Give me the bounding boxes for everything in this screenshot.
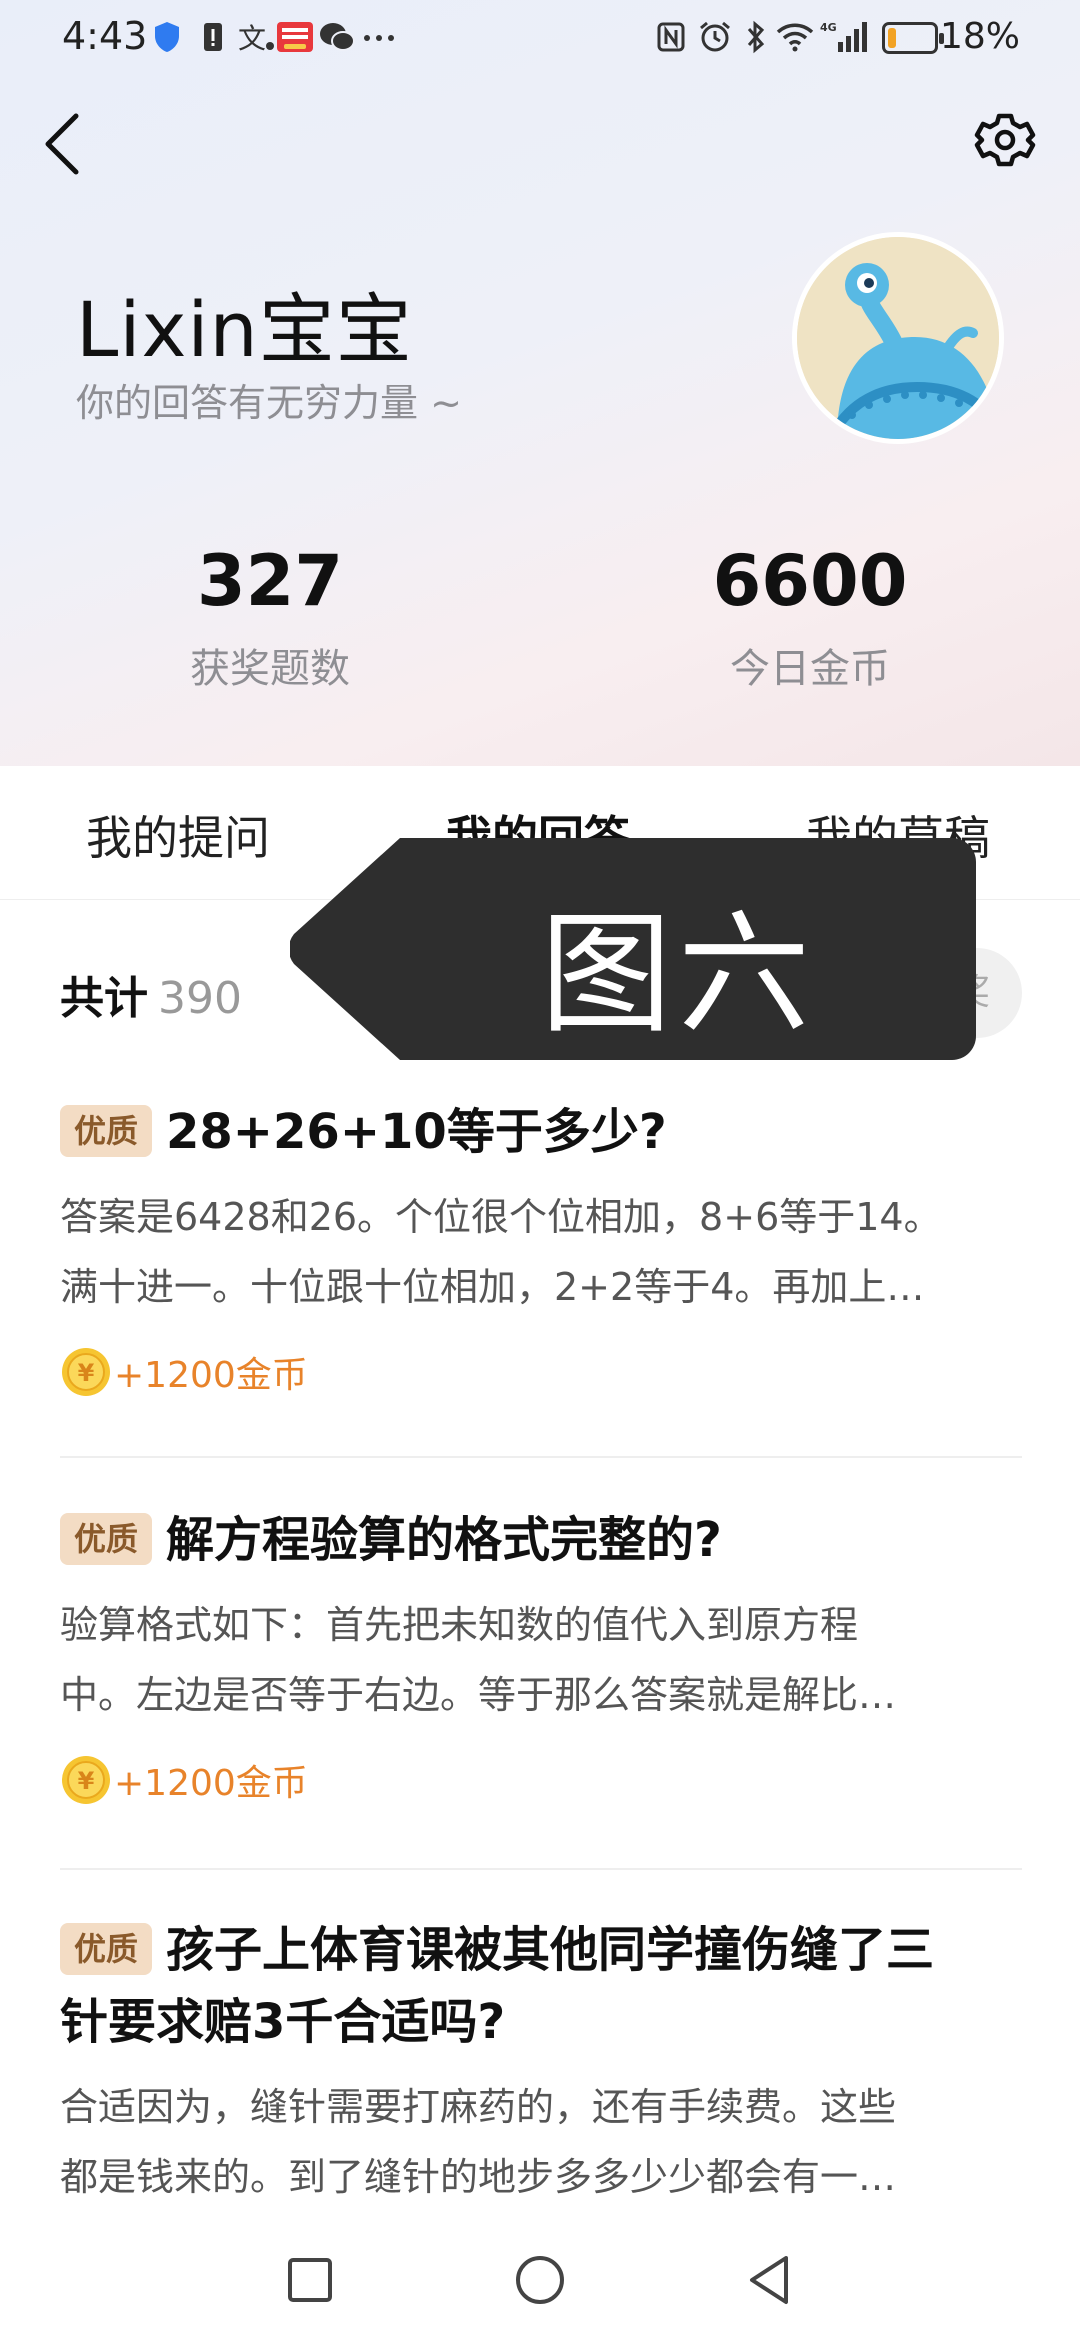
user-name: Lixin宝宝 bbox=[76, 285, 413, 374]
system-nav-bar bbox=[0, 2220, 1080, 2340]
alien-avatar-icon bbox=[797, 237, 999, 439]
coin-reward: ¥ +1200金币 bbox=[60, 1342, 1022, 1402]
answer-title: 优质 28+26+10等于多少? bbox=[60, 1096, 1022, 1168]
bluetooth-icon bbox=[747, 20, 765, 54]
wechat-icon bbox=[320, 23, 355, 51]
chevron-left-icon[interactable] bbox=[34, 108, 90, 180]
nfc-icon bbox=[657, 22, 685, 52]
reward-amount: +1200金币 bbox=[114, 1763, 308, 1804]
avatar[interactable] bbox=[792, 232, 1004, 444]
answer-card[interactable]: 优质 解方程验算的格式完整的? 验算格式如下：首先把未知数的值代入到原方程 中。左… bbox=[60, 1504, 1022, 1870]
stat-value: 327 bbox=[196, 540, 344, 622]
more-dots-icon bbox=[364, 35, 394, 41]
recent-apps-square-icon[interactable] bbox=[280, 2250, 340, 2310]
card-divider bbox=[60, 1456, 1022, 1458]
sim-alert-icon bbox=[204, 23, 222, 51]
coin-icon: ¥ bbox=[62, 1756, 110, 1804]
svg-text:¥: ¥ bbox=[78, 1767, 95, 1795]
svg-text:文: 文 bbox=[238, 22, 266, 54]
stat-label: 今日金币 bbox=[730, 646, 890, 692]
stat-awarded-questions[interactable]: 327 获奖题数 bbox=[120, 540, 420, 694]
total-label: 共计 bbox=[60, 973, 148, 1024]
toutiao-app-icon bbox=[277, 22, 313, 52]
tab-my-questions[interactable]: 我的提问 bbox=[86, 802, 270, 868]
user-subtitle: 你的回答有无穷力量 ~ bbox=[76, 381, 462, 425]
answer-title: 优质 孩子上体育课被其他同学撞伤缝了三 针要求赔3千合适吗? bbox=[60, 1922, 935, 2050]
quality-badge: 优质 bbox=[60, 1923, 152, 1975]
battery-percent: 18% bbox=[939, 16, 1020, 57]
4g-signal-icon: 4G bbox=[820, 21, 867, 52]
quality-badge: 优质 bbox=[60, 1105, 152, 1157]
answer-title: 优质 解方程验算的格式完整的? bbox=[60, 1504, 1022, 1576]
battery-level-fill bbox=[888, 28, 896, 48]
stat-today-coins[interactable]: 6600 今日金币 bbox=[660, 540, 960, 694]
status-time: 4:43 bbox=[62, 14, 148, 58]
total-count: 390 bbox=[158, 973, 242, 1024]
card-divider bbox=[60, 1868, 1022, 1870]
total-count-summary: 共计 390 bbox=[60, 962, 242, 1026]
stat-value: 6600 bbox=[712, 540, 908, 622]
text-app-icon: 文 bbox=[238, 22, 274, 54]
battery-icon bbox=[882, 22, 944, 54]
alarm-icon bbox=[700, 21, 730, 52]
status-bar: 4:43 文 4G 18% bbox=[0, 0, 1080, 78]
quality-badge: 优质 bbox=[60, 1513, 152, 1565]
back-triangle-icon[interactable] bbox=[740, 2250, 800, 2310]
home-circle-icon[interactable] bbox=[510, 2250, 570, 2310]
reward-amount: +1200金币 bbox=[114, 1355, 308, 1396]
svg-text:4G: 4G bbox=[820, 21, 837, 34]
figure-callout-label: 图六 bbox=[540, 898, 816, 1052]
coin-reward: ¥ +1200金币 bbox=[60, 1750, 1022, 1810]
answer-excerpt: 合适因为，缝针需要打麻药的，还有手续费。这些 都是钱来的。到了缝针的地步多多少少… bbox=[60, 2085, 897, 2199]
coin-icon: ¥ bbox=[62, 1348, 110, 1396]
answer-card[interactable]: 优质 28+26+10等于多少? 答案是6428和26。个位很个位相加，8+6等于… bbox=[60, 1096, 1022, 1458]
gear-icon[interactable] bbox=[974, 108, 1036, 172]
wifi-icon bbox=[776, 23, 814, 52]
answer-card[interactable]: 优质 孩子上体育课被其他同学撞伤缝了三 针要求赔3千合适吗? 合适因为，缝针需要打麻… bbox=[60, 1914, 1022, 2212]
shield-icon bbox=[155, 22, 179, 52]
answer-excerpt: 答案是6428和26。个位很个位相加，8+6等于14。 满十进一。十位跟十位相加… bbox=[60, 1195, 942, 1309]
stat-label: 获奖题数 bbox=[190, 646, 350, 692]
answer-excerpt: 验算格式如下：首先把未知数的值代入到原方程 中。左边是否等于右边。等于那么答案就… bbox=[60, 1603, 897, 1717]
svg-text:¥: ¥ bbox=[78, 1359, 95, 1387]
